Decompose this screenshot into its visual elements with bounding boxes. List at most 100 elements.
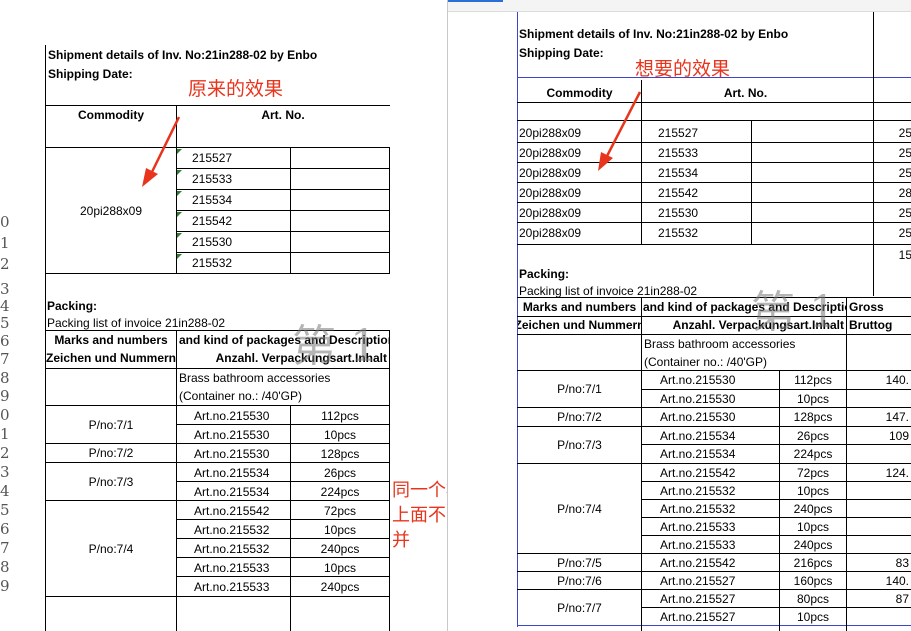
item-gross-cell[interactable] <box>847 518 909 535</box>
item-art-cell[interactable]: Art.no.215533 <box>194 577 290 596</box>
item-art-cell[interactable]: Art.no.215532 <box>194 539 290 558</box>
item-gross-cell[interactable] <box>847 536 909 553</box>
item-art-cell[interactable]: Art.no.215530 <box>194 444 290 463</box>
art-number-cell[interactable]: 215532 <box>658 223 748 242</box>
marks-header[interactable]: Marks and numbers <box>518 299 641 315</box>
item-qty-cell[interactable]: 216pcs <box>780 554 846 571</box>
total-cell[interactable]: 15 <box>846 246 911 264</box>
item-qty-cell[interactable]: 224pcs <box>291 482 389 501</box>
item-art-cell[interactable]: Art.no.215530 <box>660 371 778 389</box>
commodity-cell[interactable]: 20pi288x09 <box>519 183 639 202</box>
item-art-cell[interactable]: Art.no.215527 <box>660 590 778 607</box>
item-art-cell[interactable]: Art.no.215530 <box>660 390 778 407</box>
pno-cell[interactable]: P/no:7/2 <box>46 444 176 462</box>
item-qty-cell[interactable]: 224pcs <box>780 445 846 463</box>
item-qty-cell[interactable]: 128pcs <box>291 444 389 463</box>
item-art-cell[interactable]: Art.no.215532 <box>194 520 290 539</box>
art-number-cell[interactable]: 215542 <box>658 183 748 202</box>
item-gross-cell[interactable]: 83 <box>847 554 909 571</box>
item-art-cell[interactable]: Art.no.215534 <box>660 445 778 463</box>
item-qty-cell[interactable]: 10pcs <box>780 518 846 535</box>
marks-header[interactable]: Marks and numbers <box>46 332 176 348</box>
item-art-cell[interactable]: Art.no.215542 <box>194 501 290 520</box>
description-line-2[interactable]: (Container no.: /40'GP) <box>644 353 844 370</box>
pno-cell[interactable]: P/no:7/2 <box>518 408 641 426</box>
item-qty-cell[interactable]: 26pcs <box>780 427 846 444</box>
zeichen-header[interactable]: Zeichen und Nummern <box>518 317 641 333</box>
pno-cell[interactable]: P/no:7/1 <box>46 406 176 443</box>
packing-list-label[interactable]: Packing list of invoice 21in288-02 <box>47 315 297 330</box>
packing-list-label[interactable]: Packing list of invoice 21in288-02 <box>519 283 769 298</box>
item-art-cell[interactable]: Art.no.215542 <box>660 554 778 571</box>
item-qty-cell[interactable]: 10pcs <box>291 425 389 444</box>
item-qty-cell[interactable]: 10pcs <box>780 608 846 625</box>
pno-cell[interactable]: P/no:7/1 <box>518 371 641 407</box>
art-number-cell[interactable]: 215532 <box>192 253 287 273</box>
item-qty-cell[interactable]: 112pcs <box>780 371 846 389</box>
item-art-cell[interactable]: Art.no.215534 <box>194 482 290 501</box>
item-gross-cell[interactable]: 147. <box>847 408 909 426</box>
commodity-cell[interactable]: 20pi288x09 <box>519 143 639 162</box>
commodity-cell[interactable]: 20pi288x09 <box>519 163 639 182</box>
packing-label[interactable]: Packing: <box>519 266 639 281</box>
pno-cell[interactable]: P/no:7/4 <box>518 464 641 553</box>
art-number-cell[interactable]: 215530 <box>658 203 748 222</box>
art-number-cell[interactable]: 215534 <box>658 163 748 182</box>
item-art-cell[interactable]: Art.no.215532 <box>660 482 778 499</box>
pno-cell[interactable]: P/no:7/6 <box>518 572 641 589</box>
shipment-title[interactable]: Shipment details of Inv. No:21in288-02 b… <box>519 26 869 41</box>
zeichen-header[interactable]: Zeichen und Nummern <box>46 350 176 366</box>
artno-header[interactable]: Art. No. <box>177 107 389 123</box>
item-gross-cell[interactable] <box>847 445 909 463</box>
item-gross-cell[interactable]: 124. <box>847 464 909 481</box>
pno-cell[interactable]: P/no:7/7 <box>518 590 641 626</box>
item-gross-cell[interactable]: 140. <box>847 572 909 589</box>
item-qty-cell[interactable]: 26pcs <box>291 463 389 482</box>
item-art-cell[interactable]: Art.no.215533 <box>660 536 778 553</box>
number-cell[interactable]: 25 <box>874 123 911 142</box>
art-number-cell[interactable]: 215527 <box>658 123 748 142</box>
pno-cell[interactable]: P/no:7/3 <box>46 463 176 500</box>
item-qty-cell[interactable]: 128pcs <box>780 408 846 426</box>
item-gross-cell[interactable]: 87 <box>847 590 909 607</box>
commodity-cell[interactable]: 20pi288x09 <box>519 203 639 222</box>
commodity-header[interactable]: Commodity <box>518 85 641 100</box>
item-qty-cell[interactable]: 72pcs <box>780 464 846 481</box>
item-qty-cell[interactable]: 72pcs <box>291 501 389 520</box>
item-qty-cell[interactable]: 240pcs <box>780 536 846 553</box>
artno-header[interactable]: Art. No. <box>642 85 849 100</box>
item-qty-cell[interactable]: 240pcs <box>780 500 846 517</box>
commodity-header[interactable]: Commodity <box>46 107 176 123</box>
commodity-cell[interactable]: 20pi288x09 <box>519 223 639 242</box>
item-qty-cell[interactable]: 112pcs <box>291 406 389 425</box>
description-line-2[interactable]: (Container no.: /40'GP) <box>179 387 389 404</box>
item-art-cell[interactable]: Art.no.215533 <box>194 558 290 577</box>
art-number-cell[interactable]: 215534 <box>192 190 287 210</box>
number-cell[interactable]: 25 <box>874 203 911 222</box>
art-number-cell[interactable]: 215533 <box>658 143 748 162</box>
item-gross-cell[interactable]: 109 <box>847 427 909 444</box>
art-number-cell[interactable]: 215530 <box>192 232 287 252</box>
item-art-cell[interactable]: Art.no.215527 <box>660 572 778 589</box>
art-number-cell[interactable]: 215527 <box>192 148 287 168</box>
item-art-cell[interactable]: Art.no.215530 <box>194 425 290 444</box>
number-cell[interactable]: 28 <box>874 183 911 202</box>
pno-cell[interactable]: P/no:7/5 <box>518 554 641 571</box>
item-qty-cell[interactable]: 160pcs <box>780 572 846 589</box>
item-gross-cell[interactable] <box>847 390 909 407</box>
item-art-cell[interactable]: Art.no.215530 <box>194 406 290 425</box>
item-art-cell[interactable]: Art.no.215532 <box>660 500 778 517</box>
number-cell[interactable]: 25 <box>874 223 911 242</box>
merged-commodity-cell[interactable]: 20pi288x09 <box>46 148 176 273</box>
pno-cell[interactable]: P/no:7/3 <box>518 427 641 463</box>
item-qty-cell[interactable]: 10pcs <box>780 390 846 407</box>
item-art-cell[interactable]: Art.no.215542 <box>660 464 778 481</box>
item-qty-cell[interactable]: 10pcs <box>291 520 389 539</box>
number-cell[interactable]: 25 <box>874 143 911 162</box>
item-gross-cell[interactable]: 140. <box>847 371 909 389</box>
item-qty-cell[interactable]: 240pcs <box>291 577 389 596</box>
shipment-title[interactable]: Shipment details of Inv. No:21in288-02 b… <box>48 47 388 63</box>
item-art-cell[interactable]: Art.no.215530 <box>660 408 778 426</box>
brutto-header[interactable]: Bruttog <box>849 317 911 333</box>
packing-label[interactable]: Packing: <box>47 298 167 313</box>
